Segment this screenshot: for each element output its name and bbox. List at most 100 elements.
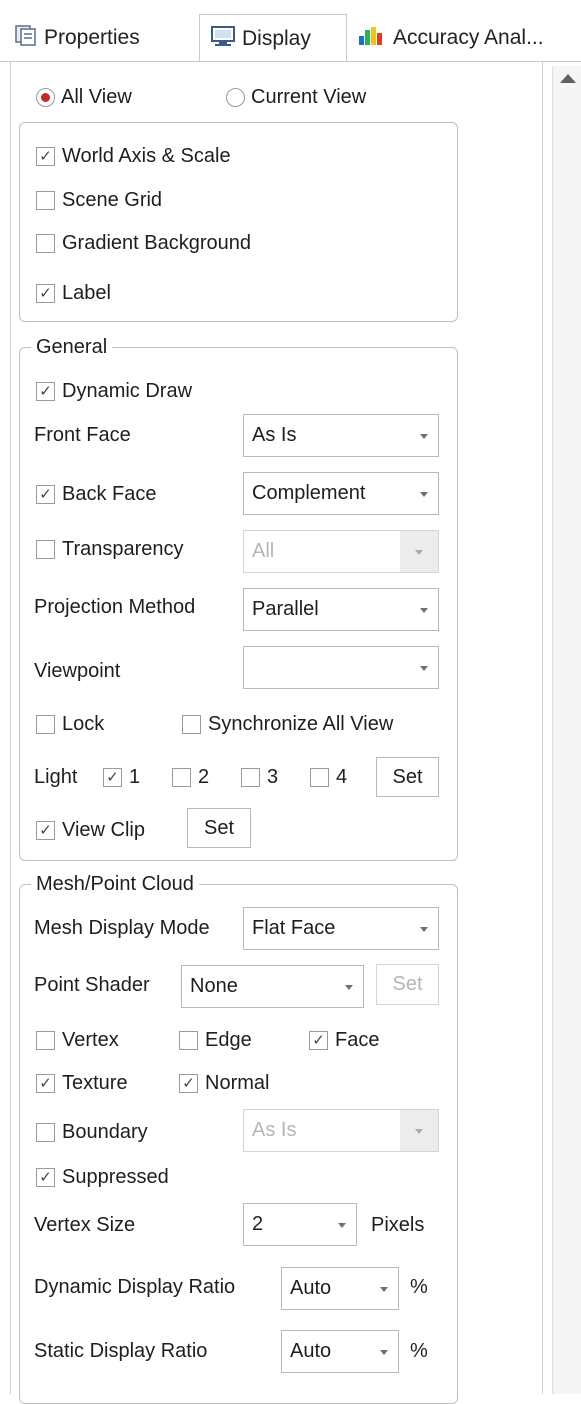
tab-properties[interactable]: Properties <box>14 14 140 62</box>
chevron-down-icon <box>380 1286 388 1292</box>
tab-display[interactable]: Display <box>199 14 347 62</box>
static-display-ratio-select[interactable]: Auto <box>281 1330 399 1373</box>
point-shader-select[interactable]: None <box>181 965 364 1008</box>
light-set-button[interactable]: Set <box>376 757 439 797</box>
point-shader-label: Point Shader <box>34 974 150 996</box>
chevron-down-icon <box>420 491 428 497</box>
light-3-option[interactable]: 3 <box>241 766 278 789</box>
world-axis-label: World Axis & Scale <box>62 145 231 167</box>
dynamic-draw-option[interactable]: Dynamic Draw <box>36 380 192 403</box>
synchronize-all-view-option[interactable]: Synchronize All View <box>182 713 393 736</box>
point-shader-value: None <box>190 975 238 997</box>
suppressed-checkbox[interactable] <box>36 1168 55 1187</box>
suppressed-label: Suppressed <box>62 1166 169 1188</box>
chevron-down-icon <box>415 549 423 555</box>
front-face-select[interactable]: As Is <box>243 414 439 457</box>
light-2-option[interactable]: 2 <box>172 766 209 789</box>
boundary-checkbox[interactable] <box>36 1123 55 1142</box>
boundary-option[interactable]: Boundary <box>36 1121 148 1144</box>
tab-bar: Properties Display Accuracy Anal... <box>0 0 581 62</box>
back-face-option[interactable]: Back Face <box>36 483 156 506</box>
light-1-label: 1 <box>129 766 141 788</box>
dynamic-display-ratio-select[interactable]: Auto <box>281 1267 399 1310</box>
current-view-label: Current View <box>251 86 367 108</box>
light-4-checkbox[interactable] <box>310 768 329 787</box>
gradient-background-checkbox[interactable] <box>36 234 55 253</box>
front-face-label: Front Face <box>34 424 131 446</box>
normal-checkbox[interactable] <box>179 1074 198 1093</box>
chevron-down-icon <box>420 665 428 671</box>
view-clip-option[interactable]: View Clip <box>36 819 145 842</box>
mesh-display-mode-label: Mesh Display Mode <box>34 917 210 939</box>
light-2-checkbox[interactable] <box>172 768 191 787</box>
scene-grid-option[interactable]: Scene Grid <box>36 189 162 212</box>
label-option[interactable]: Label <box>36 282 111 305</box>
view-clip-set-button[interactable]: Set <box>187 808 251 848</box>
edge-checkbox[interactable] <box>179 1031 198 1050</box>
mesh-display-mode-select[interactable]: Flat Face <box>243 907 439 950</box>
texture-option[interactable]: Texture <box>36 1072 128 1095</box>
general-group-title: General <box>31 336 113 359</box>
tab-accuracy-analysis[interactable]: Accuracy Anal... <box>357 14 544 62</box>
front-face-value: As Is <box>252 424 297 446</box>
vertex-checkbox[interactable] <box>36 1031 55 1050</box>
scene-grid-checkbox[interactable] <box>36 191 55 210</box>
mesh-group-title: Mesh/Point Cloud <box>31 873 199 896</box>
normal-option[interactable]: Normal <box>179 1072 269 1095</box>
edge-label: Edge <box>205 1029 252 1051</box>
lock-checkbox[interactable] <box>36 715 55 734</box>
scroll-up-arrow-icon[interactable] <box>560 74 576 83</box>
light-1-checkbox[interactable] <box>103 768 122 787</box>
all-view-radio[interactable] <box>36 88 55 107</box>
viewpoint-select[interactable] <box>243 646 439 689</box>
all-view-label: All View <box>61 86 132 108</box>
texture-checkbox[interactable] <box>36 1074 55 1093</box>
face-checkbox[interactable] <box>309 1031 328 1050</box>
synchronize-all-view-checkbox[interactable] <box>182 715 201 734</box>
light-3-checkbox[interactable] <box>241 768 260 787</box>
static-display-ratio-label: Static Display Ratio <box>34 1340 208 1362</box>
lock-label: Lock <box>62 713 105 735</box>
back-face-select[interactable]: Complement <box>243 472 439 515</box>
dynamic-display-ratio-label: Dynamic Display Ratio <box>34 1276 236 1298</box>
gradient-background-label: Gradient Background <box>62 232 252 254</box>
vertex-size-select[interactable]: 2 <box>243 1203 357 1246</box>
dynamic-ratio-percent-label: % <box>410 1276 428 1298</box>
vertical-scrollbar[interactable] <box>552 66 581 1394</box>
world-axis-option[interactable]: World Axis & Scale <box>36 145 231 168</box>
point-shader-set-button[interactable]: Set <box>376 964 439 1005</box>
vertex-size-label: Vertex Size <box>34 1214 136 1236</box>
mesh-display-mode-value: Flat Face <box>252 917 336 939</box>
pixels-unit-label: Pixels <box>371 1214 425 1236</box>
projection-method-select[interactable]: Parallel <box>243 588 439 631</box>
dynamic-draw-label: Dynamic Draw <box>62 380 193 402</box>
boundary-select[interactable]: As Is <box>243 1109 439 1152</box>
gradient-background-option[interactable]: Gradient Background <box>36 232 251 255</box>
dynamic-draw-checkbox[interactable] <box>36 382 55 401</box>
label-checkbox[interactable] <box>36 284 55 303</box>
vertex-option[interactable]: Vertex <box>36 1029 119 1052</box>
light-4-option[interactable]: 4 <box>310 766 347 789</box>
static-display-ratio-value: Auto <box>290 1340 332 1362</box>
face-option[interactable]: Face <box>309 1029 379 1052</box>
edge-option[interactable]: Edge <box>179 1029 252 1052</box>
vertex-size-value: 2 <box>252 1213 264 1235</box>
boundary-label: Boundary <box>62 1121 148 1143</box>
lock-option[interactable]: Lock <box>36 713 104 736</box>
view-clip-checkbox[interactable] <box>36 821 55 840</box>
static-ratio-percent-label: % <box>410 1340 428 1362</box>
suppressed-option[interactable]: Suppressed <box>36 1166 169 1189</box>
chart-icon <box>357 24 387 52</box>
back-face-checkbox[interactable] <box>36 485 55 504</box>
world-axis-checkbox[interactable] <box>36 147 55 166</box>
transparency-value: All <box>252 540 275 562</box>
light-1-option[interactable]: 1 <box>103 766 140 789</box>
current-view-option[interactable]: Current View <box>226 86 366 109</box>
transparency-select[interactable]: All <box>243 530 439 573</box>
transparency-option[interactable]: Transparency <box>36 538 184 561</box>
synchronize-all-view-label: Synchronize All View <box>208 713 394 735</box>
transparency-checkbox[interactable] <box>36 540 55 559</box>
all-view-option[interactable]: All View <box>36 86 132 109</box>
current-view-radio[interactable] <box>226 88 245 107</box>
back-face-value: Complement <box>252 482 366 504</box>
